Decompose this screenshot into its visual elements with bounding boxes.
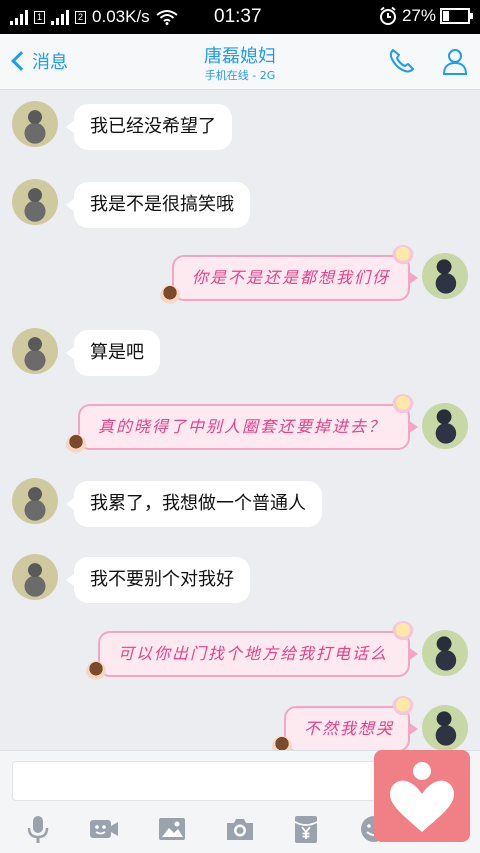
contact-avatar[interactable] — [12, 478, 58, 524]
red-packet-icon[interactable] — [290, 813, 322, 845]
contact-avatar[interactable] — [12, 328, 58, 374]
image-icon[interactable] — [156, 813, 188, 845]
message-input[interactable] — [12, 761, 380, 801]
message-bubble-incoming[interactable]: 我不要别个对我好 — [66, 557, 250, 603]
clock: 01:37 — [214, 6, 262, 27]
flower-decoration — [392, 696, 414, 718]
network-speed: 0.03K/s — [92, 7, 150, 26]
heart-icon — [390, 762, 454, 832]
message-bubble-incoming[interactable]: 我累了，我想做一个普通人 — [66, 481, 322, 527]
message-bubble-incoming[interactable]: 我是不是很搞笑哦 — [66, 182, 250, 228]
signal-icon — [51, 9, 70, 25]
my-avatar[interactable] — [422, 403, 468, 449]
message-text: 你是不是还是都想我们伢 — [192, 268, 391, 287]
camera-icon[interactable] — [224, 813, 256, 845]
chat-header: 消息 唐磊媳妇 手机在线 - 2G — [0, 34, 480, 90]
message-bubble-outgoing[interactable]: 真的晓得了中别人圈套还要掉进去？ — [66, 394, 418, 456]
battery-percent: 27% — [401, 6, 436, 25]
message-bubble-incoming[interactable]: 算是吧 — [66, 330, 160, 376]
my-avatar[interactable] — [422, 253, 468, 299]
message-text: 不然我想哭 — [304, 719, 395, 738]
video-face-icon[interactable] — [88, 813, 120, 845]
wifi-icon — [156, 10, 178, 25]
contact-avatar[interactable] — [12, 179, 58, 225]
message-text: 真的晓得了中别人圈套还要掉进去？ — [98, 417, 387, 436]
floating-heart-button[interactable] — [374, 750, 470, 842]
my-avatar[interactable] — [422, 705, 468, 751]
status-bar: 1 2 0.03K/s 01:37 27% — [0, 0, 480, 34]
flower-decoration — [392, 245, 414, 267]
flower-decoration — [392, 621, 414, 643]
contact-avatar[interactable] — [12, 554, 58, 600]
cartoon-girl-decoration — [86, 661, 106, 683]
my-avatar[interactable] — [422, 630, 468, 676]
phone-icon[interactable] — [386, 46, 416, 76]
sim2-indicator: 2 — [75, 10, 87, 24]
message-bubble-outgoing[interactable]: 不然我想哭 — [272, 696, 418, 758]
message-bubble-outgoing[interactable]: 你是不是还是都想我们伢 — [160, 245, 418, 307]
sim1-indicator: 1 — [34, 10, 46, 24]
cartoon-girl-decoration — [66, 434, 86, 456]
profile-icon[interactable] — [440, 46, 470, 76]
cartoon-girl-decoration — [160, 285, 180, 307]
alarm-icon — [379, 6, 396, 25]
message-bubble-outgoing[interactable]: 可以你出门找个地方给我打电话么 — [86, 621, 418, 683]
contact-avatar[interactable] — [12, 101, 58, 147]
message-bubble-incoming[interactable]: 我已经没希望了 — [66, 104, 232, 150]
message-text: 可以你出门找个地方给我打电话么 — [118, 644, 389, 663]
battery-icon — [440, 8, 473, 24]
microphone-icon[interactable] — [22, 813, 54, 845]
signal-icon — [10, 9, 28, 25]
flower-decoration — [392, 394, 414, 416]
